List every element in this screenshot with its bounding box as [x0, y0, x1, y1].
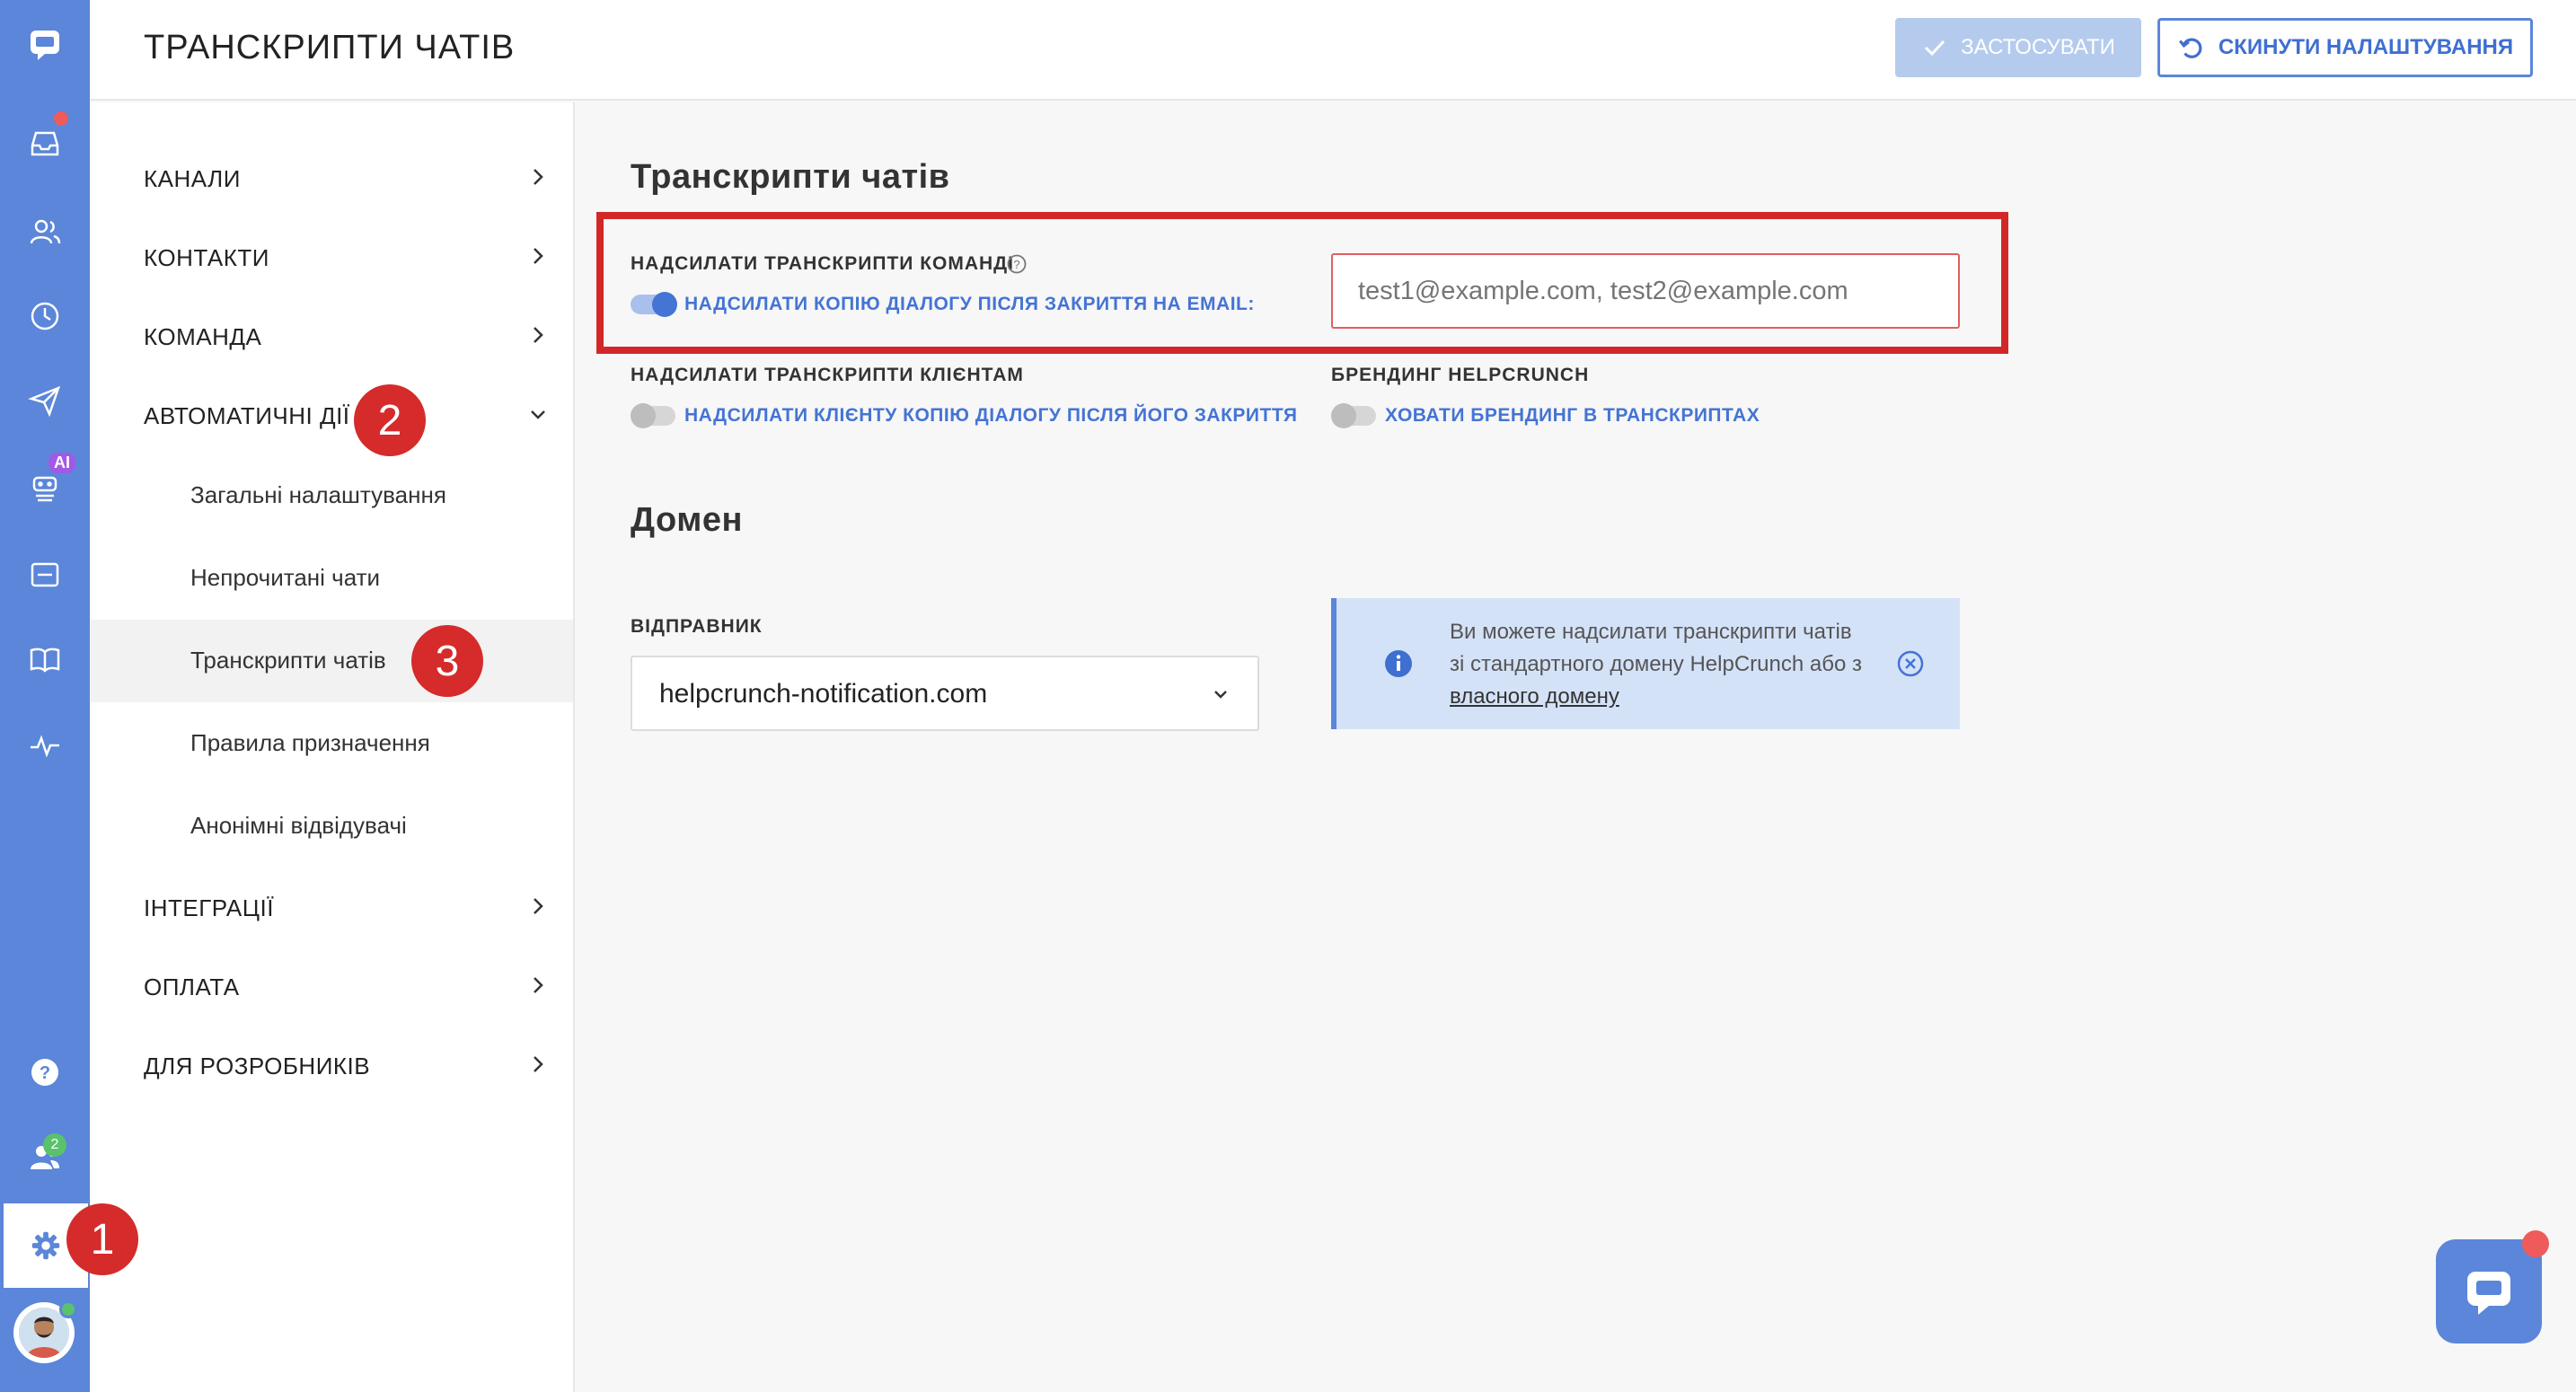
chevron-down-icon [1214, 691, 1227, 699]
left-rail: AI ? 2 [0, 0, 90, 1392]
sub-item-assignment-rules[interactable]: Правила призначення [90, 702, 573, 785]
inbox-badge [54, 111, 68, 126]
team-email-input[interactable] [1331, 253, 1960, 329]
svg-text:?: ? [1013, 258, 1019, 271]
nav-item-team[interactable]: КОМАНДА [90, 296, 575, 375]
ai-badge: AI [49, 453, 75, 473]
chat-notification-dot [2522, 1230, 2549, 1257]
client-toggle-label: НАДСИЛАТИ КЛІЄНТУ КОПІЮ ДІАЛОГУ ПІСЛЯ ЙО… [684, 405, 1298, 426]
client-transcripts-label: НАДСИЛАТИ ТРАНСКРИПТИ КЛІЄНТАМ [631, 365, 1024, 385]
chevron-right-icon [534, 248, 543, 264]
info-text-body: Ви можете надсилати транскрипти чатів зі… [1450, 620, 1862, 676]
widget-icon[interactable] [20, 550, 70, 600]
settings-nav: КАНАЛИ КОНТАКТИ КОМАНДА АВТОМАТИЧНІ ДІЇ … [90, 102, 575, 1392]
reset-settings-button[interactable]: СКИНУТИ НАЛАШТУВАННЯ [2157, 18, 2533, 77]
nav-item-contacts[interactable]: КОНТАКТИ [90, 217, 575, 296]
team-transcripts-label: НАДСИЛАТИ ТРАНСКРИПТИ КОМАНДІ [631, 253, 1014, 274]
nav-item-developers[interactable]: ДЛЯ РОЗРОБНИКІВ [90, 1026, 575, 1105]
nav-item-label: КОНТАКТИ [144, 244, 269, 271]
info-callout: Ви можете надсилати транскрипти чатів зі… [1331, 598, 1960, 729]
branding-toggle-label: ХОВАТИ БРЕНДИНГ В ТРАНСКРИПТАХ [1385, 405, 1760, 426]
history-icon[interactable] [20, 291, 70, 341]
nav-item-label: ДЛЯ РОЗРОБНИКІВ [144, 1053, 371, 1079]
info-text: Ви можете надсилати транскрипти чатів зі… [1450, 616, 1872, 713]
sub-item-label: Транскрипти чатів [190, 647, 386, 674]
gear-icon [31, 1231, 60, 1260]
activity-icon[interactable] [20, 720, 70, 771]
nav-item-automation[interactable]: АВТОМАТИЧНІ ДІЇ [90, 375, 575, 454]
nav-item-label: ОПЛАТА [144, 974, 240, 1000]
close-icon[interactable] [1895, 648, 1926, 679]
sub-item-general-settings[interactable]: Загальні налаштування [90, 454, 573, 537]
svg-text:?: ? [40, 1063, 50, 1083]
header: ТРАНСКРИПТИ ЧАТІВ ЗАСТОСУВАТИ СКИНУТИ НА… [90, 0, 2576, 101]
chevron-right-icon [534, 1056, 543, 1072]
help-icon[interactable]: ? [20, 1047, 70, 1097]
chevron-down-icon [531, 410, 545, 419]
logo-chat-icon[interactable] [20, 20, 70, 70]
sub-item-anonymous-visitors[interactable]: Анонімні відвідувачі [90, 785, 573, 868]
chevron-right-icon [534, 327, 543, 343]
nav-item-billing[interactable]: ОПЛАТА [90, 947, 575, 1026]
custom-domain-link[interactable]: власного домену [1450, 684, 1619, 709]
step-marker-2: 2 [354, 384, 426, 456]
sub-item-label: Анонімні відвідувачі [190, 812, 407, 839]
nav-item-label: АВТОМАТИЧНІ ДІЇ [144, 402, 350, 429]
inbox-icon[interactable] [20, 119, 70, 169]
sub-item-chat-transcripts[interactable]: Транскрипти чатів [90, 620, 573, 702]
contacts-icon[interactable] [20, 207, 70, 257]
nav-item-channels[interactable]: КАНАЛИ [90, 138, 575, 217]
sender-select-value: helpcrunch-notification.com [659, 679, 988, 709]
sender-select[interactable]: helpcrunch-notification.com [631, 656, 1259, 731]
info-icon [1385, 650, 1412, 677]
team-count-badge: 2 [43, 1133, 66, 1157]
section-title-domain: Домен [631, 501, 743, 539]
nav-item-label: ІНТЕГРАЦІЇ [144, 894, 274, 921]
chevron-right-icon [534, 898, 543, 914]
page-title: ТРАНСКРИПТИ ЧАТІВ [144, 29, 516, 66]
sub-item-label: Загальні налаштування [190, 481, 446, 508]
step-marker-1: 1 [66, 1203, 138, 1275]
reset-icon [2178, 38, 2202, 58]
branding-toggle[interactable] [1331, 403, 1376, 428]
nav-item-label: КАНАЛИ [144, 165, 241, 192]
chevron-right-icon [534, 169, 543, 185]
sender-label: ВІДПРАВНИК [631, 616, 763, 637]
chevron-right-icon [534, 977, 543, 993]
check-icon [1925, 40, 1945, 57]
online-status-dot [59, 1300, 77, 1318]
question-icon[interactable]: ? [1006, 253, 1028, 275]
section-title-transcripts: Транскрипти чатів [631, 158, 950, 196]
branding-label: БРЕНДИНГ HELPCRUNCH [1331, 365, 1590, 385]
chat-widget-button[interactable] [2436, 1239, 2542, 1344]
book-icon[interactable] [20, 634, 70, 684]
apply-button[interactable]: ЗАСТОСУВАТИ [1895, 18, 2141, 77]
nav-item-integrations[interactable]: ІНТЕГРАЦІЇ [90, 868, 575, 947]
step-marker-3: 3 [411, 625, 483, 697]
team-transcripts-toggle[interactable] [631, 292, 677, 317]
nav-item-label: КОМАНДА [144, 323, 262, 350]
chat-icon [2467, 1272, 2510, 1315]
sub-item-label: Правила призначення [190, 729, 430, 756]
sub-item-unread-chats[interactable]: Непрочитані чати [90, 537, 573, 620]
reset-button-label: СКИНУТИ НАЛАШТУВАННЯ [2218, 35, 2514, 59]
sub-item-label: Непрочитані чати [190, 564, 381, 591]
client-transcripts-toggle[interactable] [631, 403, 675, 428]
team-toggle-label: НАДСИЛАТИ КОПІЮ ДІАЛОГУ ПІСЛЯ ЗАКРИТТЯ Н… [684, 294, 1255, 314]
send-icon[interactable] [20, 375, 70, 426]
apply-button-label: ЗАСТОСУВАТИ [1961, 35, 2115, 59]
